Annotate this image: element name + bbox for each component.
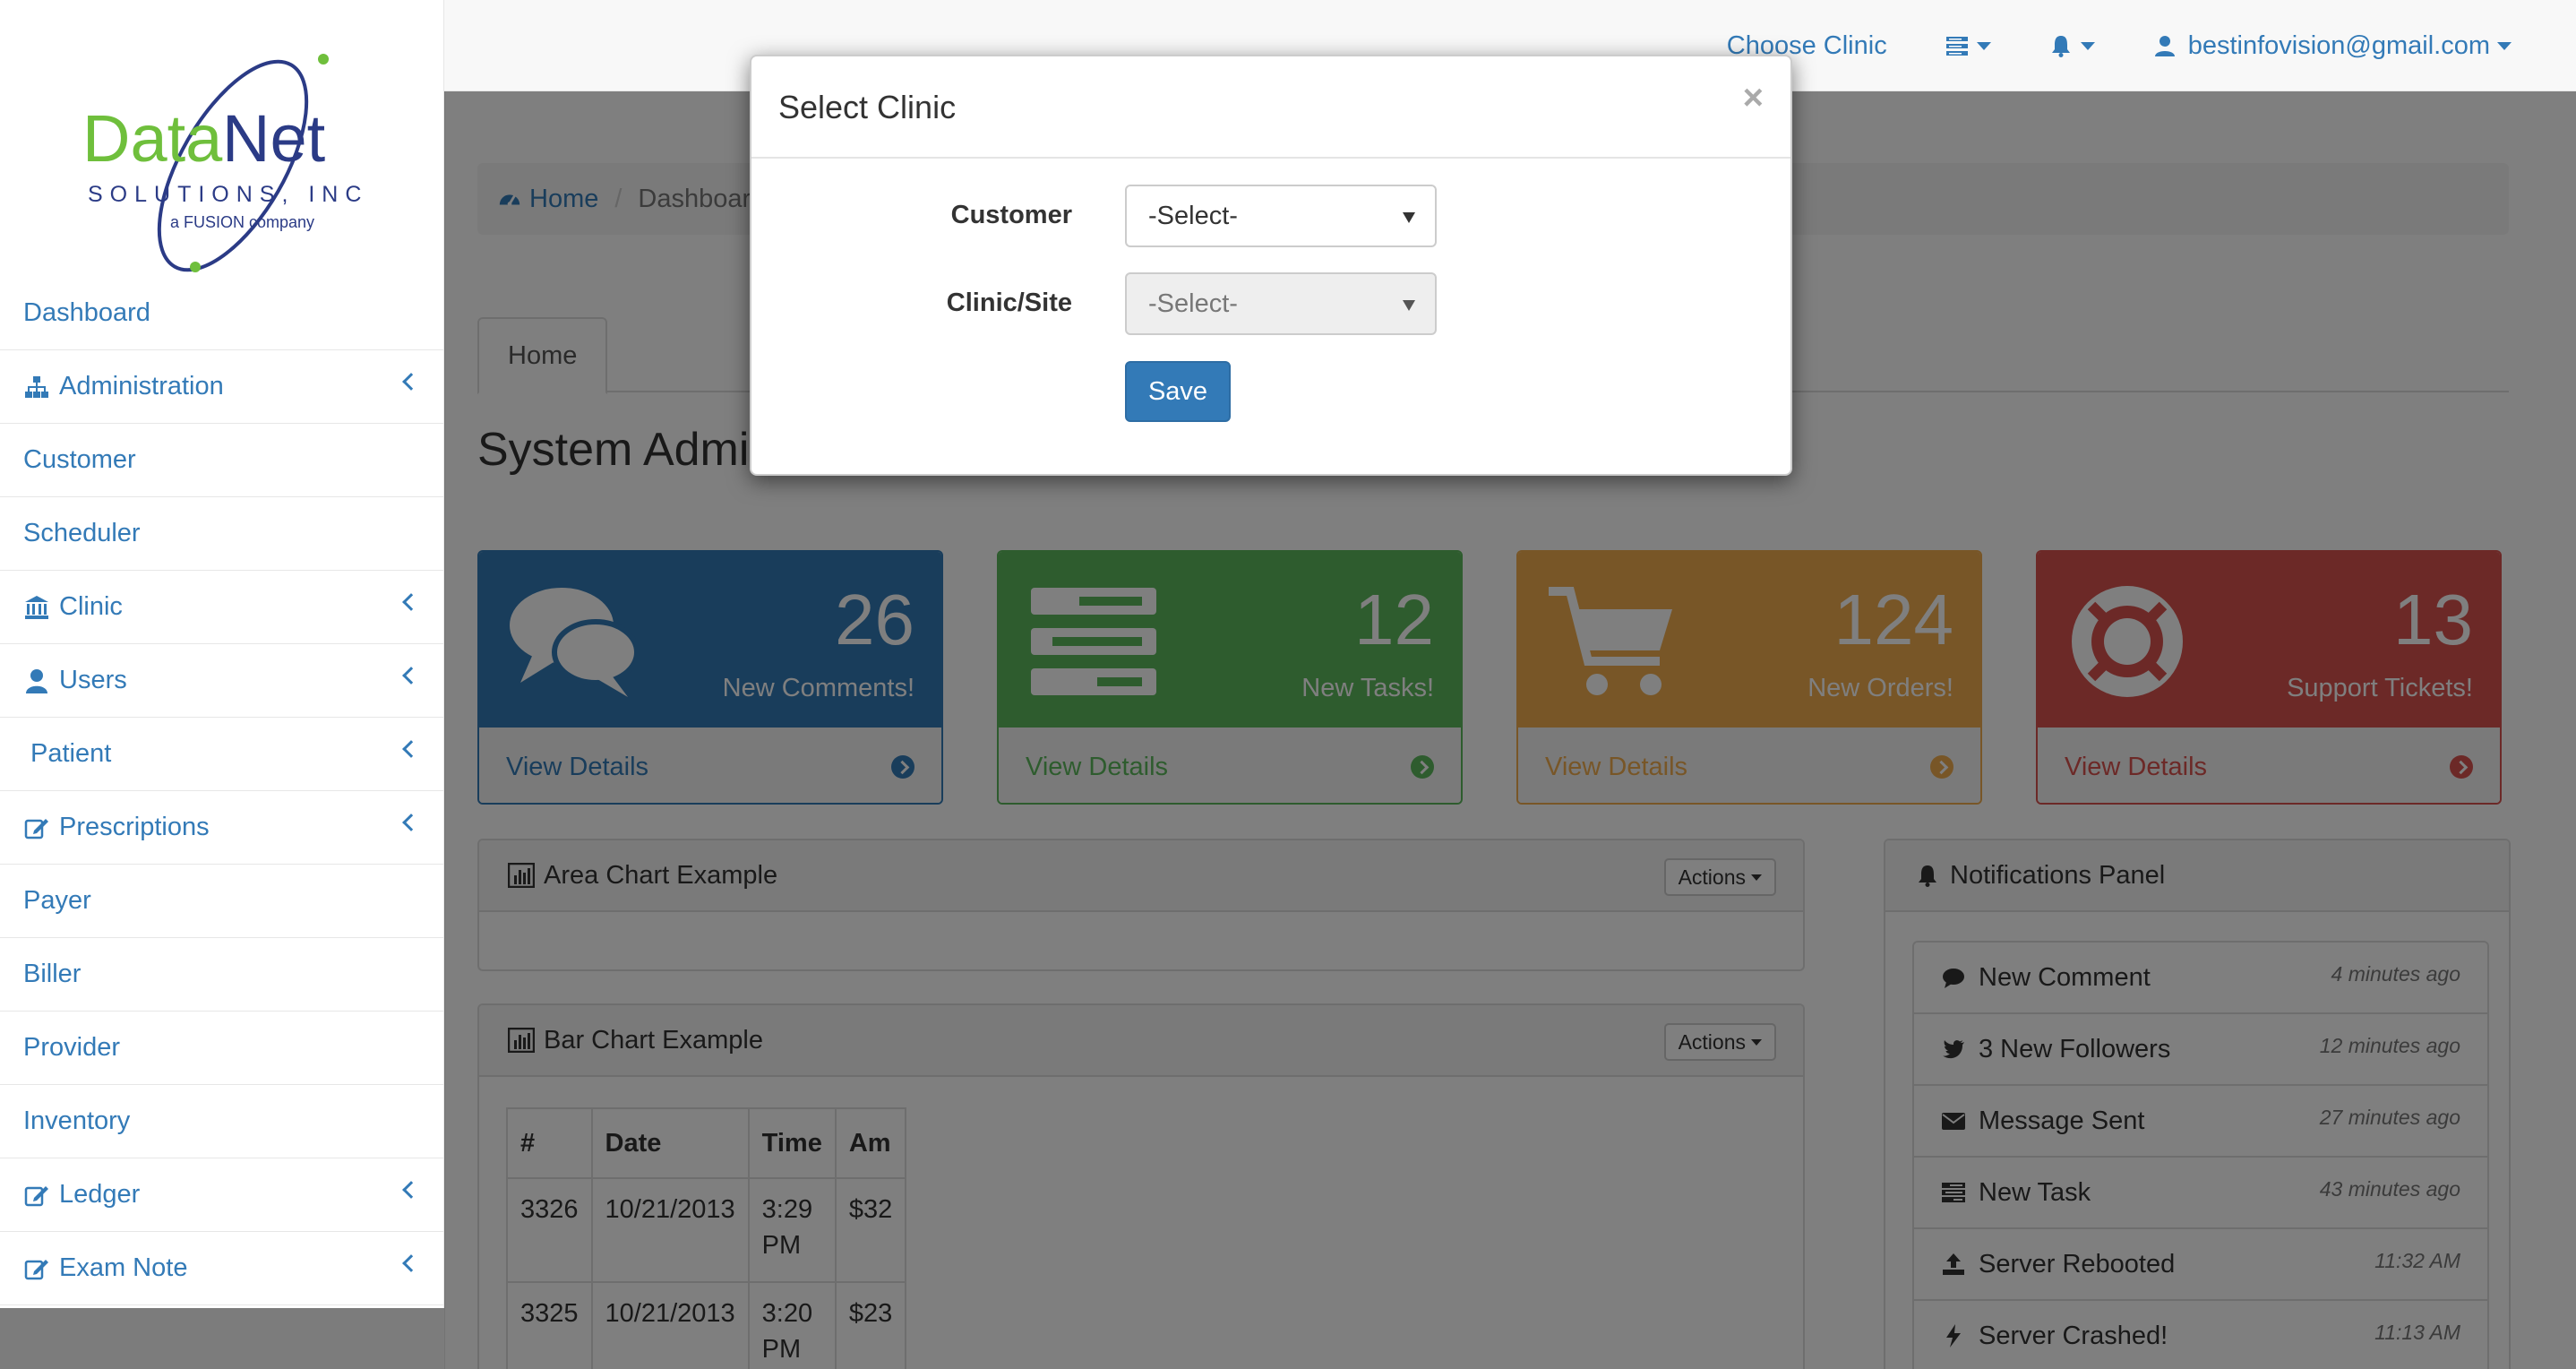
clinic-form-row: Clinic/Site -Select-: [751, 272, 1794, 335]
sidebar-item-label: Scheduler: [23, 519, 141, 547]
sidebar-item-label: Biller: [23, 960, 82, 988]
sidebar-item-label: Provider: [23, 1033, 120, 1062]
dropdown-arrow-icon: [1403, 300, 1415, 311]
dropdown-arrow-icon: [1403, 212, 1415, 223]
sidebar-item-dashboard[interactable]: Dashboard: [0, 277, 444, 350]
sidebar-item-scheduler[interactable]: Scheduler: [0, 497, 444, 571]
chevron-left-icon: [402, 1254, 420, 1272]
sitemap-icon: [25, 375, 48, 398]
chevron-left-icon: [402, 373, 420, 391]
sidebar: Data Net SOLUTIONS, INC a FUSION company…: [0, 0, 444, 1308]
modal-title: Select Clinic: [778, 89, 957, 125]
sidebar-item-label: Payer: [23, 886, 91, 915]
customer-form-row: Customer -Select-: [751, 185, 1794, 247]
modal-backdrop-lower-left[interactable]: [0, 1308, 444, 1369]
company-logo: Data Net SOLUTIONS, INC a FUSION company: [82, 54, 367, 272]
close-icon[interactable]: ×: [1743, 80, 1764, 116]
svg-text:a FUSION company: a FUSION company: [170, 213, 314, 231]
edit-icon: [24, 818, 48, 839]
sidebar-item-provider[interactable]: Provider: [0, 1012, 444, 1085]
chevron-left-icon: [402, 740, 420, 758]
sidebar-item-label: Dashboard: [23, 298, 150, 327]
clinic-site-select-value: -Select-: [1148, 288, 1238, 318]
sidebar-item-label: Inventory: [23, 1106, 131, 1135]
sidebar-item-label: Prescriptions: [59, 813, 210, 841]
chevron-left-icon: [402, 1181, 420, 1199]
edit-icon: [24, 1259, 48, 1279]
list-menu-toggle[interactable]: [1916, 0, 2020, 91]
sidebar-item-label: Patient: [30, 739, 112, 768]
sidebar-item-label: Users: [59, 666, 127, 694]
svg-text:Data: Data: [82, 101, 223, 176]
sidebar-item-ledger[interactable]: Ledger: [0, 1158, 444, 1232]
customer-select-value: -Select-: [1148, 201, 1238, 230]
sidebar-item-administration[interactable]: Administration: [0, 350, 444, 424]
sidebar-nav: Dashboard Administration Customer Schedu…: [0, 277, 444, 1305]
bank-icon: [25, 595, 48, 619]
chevron-left-icon: [402, 593, 420, 611]
sidebar-item-inventory[interactable]: Inventory: [0, 1085, 444, 1158]
caret-down-icon: [1976, 41, 1991, 50]
sidebar-item-label: Clinic: [59, 592, 123, 621]
chevron-left-icon: [402, 667, 420, 684]
sidebar-item-biller[interactable]: Biller: [0, 938, 444, 1012]
user-email: bestinfovision@gmail.com: [2187, 30, 2490, 60]
edit-icon: [24, 1185, 48, 1206]
user-icon: [26, 668, 47, 693]
caret-down-icon: [2080, 41, 2095, 50]
sidebar-item-users[interactable]: Users: [0, 644, 444, 718]
sidebar-item-payer[interactable]: Payer: [0, 865, 444, 938]
sidebar-item-patient[interactable]: Patient: [0, 718, 444, 791]
svg-text:SOLUTIONS, INC: SOLUTIONS, INC: [88, 182, 367, 207]
clinic-site-label: Clinic/Site: [946, 288, 1072, 317]
save-button[interactable]: Save: [1125, 361, 1231, 422]
bell-icon: [2051, 36, 2070, 57]
sidebar-item-clinic[interactable]: Clinic: [0, 571, 444, 644]
clinic-site-select[interactable]: -Select-: [1125, 272, 1437, 335]
sidebar-item-label: Ledger: [59, 1180, 141, 1209]
chevron-left-icon: [402, 814, 420, 831]
sidebar-item-label: Administration: [59, 372, 224, 400]
sidebar-item-prescriptions[interactable]: Prescriptions: [0, 791, 444, 865]
select-clinic-modal: Select Clinic × Customer -Select- Clinic…: [750, 55, 1792, 476]
customer-select[interactable]: -Select-: [1125, 185, 1437, 247]
sidebar-item-customer[interactable]: Customer: [0, 424, 444, 497]
list-icon: [1945, 37, 1968, 56]
alerts-menu-toggle[interactable]: [2020, 0, 2124, 91]
user-menu-toggle[interactable]: bestinfovision@gmail.com: [2124, 0, 2540, 91]
sidebar-item-label: Exam Note: [59, 1253, 188, 1282]
svg-text:Net: Net: [222, 101, 326, 176]
customer-label: Customer: [950, 201, 1072, 229]
caret-down-icon: [2497, 41, 2512, 50]
user-icon: [2154, 36, 2175, 56]
sidebar-item-label: Customer: [23, 445, 136, 474]
sidebar-item-exam-note[interactable]: Exam Note: [0, 1232, 444, 1305]
navbar-right: Choose Clinic bestinfovision@gmail.com: [1698, 0, 2540, 91]
